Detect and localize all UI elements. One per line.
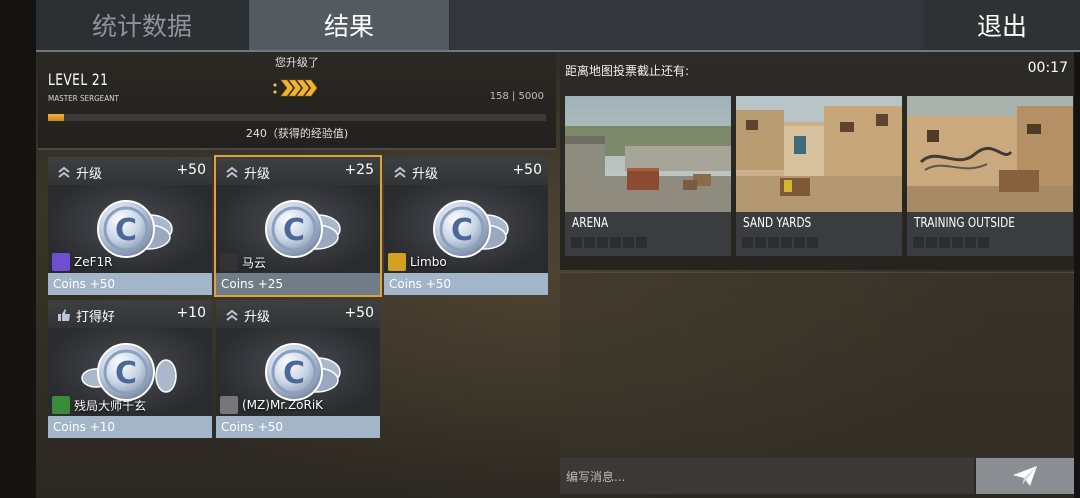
thumbs-up-icon <box>57 307 71 321</box>
map-thumbnail <box>907 96 1073 212</box>
coins-reward: Coins +50 <box>389 277 452 291</box>
send-button[interactable] <box>976 458 1074 494</box>
player-info: 残局大师千玄 <box>52 396 146 414</box>
double-chevron-up-icon <box>393 164 407 178</box>
reward-card[interactable]: 打得好 +10 C 残局大师千玄 Coins +10 <box>48 300 212 438</box>
vote-slots <box>742 237 818 248</box>
xp-progress-text: 158 | 5000 <box>489 91 544 102</box>
card-footer: Coins +50 <box>216 416 380 438</box>
panel-divider <box>38 148 556 150</box>
xp-bar-fill <box>48 114 64 121</box>
map-thumbnail <box>565 96 731 212</box>
card-header: 升级 +50 <box>48 157 212 185</box>
tab-bar-spacer <box>450 0 924 50</box>
map-name: ARENA <box>572 216 609 231</box>
svg-text:C: C <box>115 356 137 391</box>
card-title: 升级 <box>244 310 271 325</box>
card-header: 升级 +50 <box>384 157 548 185</box>
map-name: TRAINING OUTSIDE <box>914 216 1015 231</box>
card-footer: Coins +25 <box>216 273 380 295</box>
player-name: (MZ)Mr.ZoRiK <box>242 398 324 412</box>
svg-text:C: C <box>283 213 305 248</box>
rank-name: MASTER SERGEANT <box>48 94 119 103</box>
card-footer: Coins +50 <box>384 273 548 295</box>
avatar <box>52 396 70 414</box>
coins-reward: Coins +10 <box>53 420 116 434</box>
avatar <box>220 253 238 271</box>
svg-text:C: C <box>283 356 305 391</box>
card-title: 打得好 <box>76 310 116 325</box>
coins-reward: Coins +25 <box>221 277 284 291</box>
map-option-training-outside[interactable]: TRAINING OUTSIDE <box>907 96 1073 256</box>
reward-card[interactable]: 升级 +50 C (MZ)Mr.ZoRiK Coins +50 <box>216 300 380 438</box>
player-name: ZeF1R <box>74 255 113 269</box>
avatar <box>52 253 70 271</box>
xp-bar <box>48 114 546 121</box>
card-points: +10 <box>176 305 206 321</box>
upgraded-label: 您升级了 <box>275 56 319 69</box>
coins-reward: Coins +50 <box>53 277 116 291</box>
right-edge <box>1074 0 1080 498</box>
level-panel: 您升级了 LEVEL 21 MASTER SERGEANT 158 | 5000… <box>38 52 556 148</box>
exit-button[interactable]: 退出 <box>924 0 1080 50</box>
double-chevron-up-icon <box>57 164 71 178</box>
avatar <box>220 396 238 414</box>
reward-card[interactable]: 升级 +50 C ZeF1R Coins +50 <box>48 157 212 295</box>
map-option-sand-yards[interactable]: SAND YARDS <box>736 96 902 256</box>
card-header: 升级 +25 <box>216 157 380 185</box>
exit-button-label: 退出 <box>976 12 1027 41</box>
card-title: 升级 <box>76 167 103 182</box>
tab-stats-label: 统计数据 <box>91 12 192 41</box>
svg-text:C: C <box>115 213 137 248</box>
double-chevron-up-icon <box>225 164 239 178</box>
card-footer: Coins +50 <box>48 273 212 295</box>
xp-gained-text: 240（获得的经验值) <box>245 127 349 140</box>
card-points: +25 <box>344 162 374 178</box>
player-info: Limbo <box>388 253 447 271</box>
card-footer: Coins +10 <box>48 416 212 438</box>
tab-results[interactable]: 结果 <box>249 0 449 50</box>
player-info: ZeF1R <box>52 253 112 271</box>
reward-card[interactable]: 升级 +50 C Limbo Coins +50 <box>384 157 548 295</box>
vote-slots <box>571 237 647 248</box>
level-number: LEVEL 21 <box>48 70 109 89</box>
map-vote-label: 距离地图投票截止还有: <box>565 64 690 78</box>
card-header: 升级 +50 <box>216 300 380 328</box>
tab-stats[interactable]: 统计数据 <box>36 0 248 50</box>
player-name: 残局大师千玄 <box>74 398 147 413</box>
map-thumbnail <box>736 96 902 212</box>
card-points: +50 <box>344 305 374 321</box>
left-edge <box>0 0 36 498</box>
card-title: 升级 <box>412 167 439 182</box>
tab-results-label: 结果 <box>323 12 374 41</box>
coins-reward: Coins +50 <box>221 420 284 434</box>
card-points: +50 <box>176 162 206 178</box>
svg-text:C: C <box>451 213 473 248</box>
rank-chevrons-icon <box>273 79 318 97</box>
chat-log <box>560 272 1074 459</box>
card-title: 升级 <box>244 167 271 182</box>
map-vote-timer: 00:17 <box>1027 60 1068 76</box>
player-info: 马云 <box>220 253 266 271</box>
player-name: Limbo <box>410 255 447 269</box>
chat-input-placeholder: 编写消息... <box>566 470 626 484</box>
vote-slots <box>913 237 989 248</box>
paper-plane-icon <box>1013 466 1037 486</box>
double-chevron-up-icon <box>225 307 239 321</box>
card-header: 打得好 +10 <box>48 300 212 328</box>
map-vote-panel: 距离地图投票截止还有: 00:17 ARENA SAND YARDS TRAIN… <box>560 52 1074 270</box>
player-name: 马云 <box>242 255 267 270</box>
map-option-arena[interactable]: ARENA <box>565 96 731 256</box>
avatar <box>388 253 406 271</box>
map-name: SAND YARDS <box>743 216 812 231</box>
reward-card[interactable]: 升级 +25 C 马云 Coins +25 <box>214 155 382 297</box>
card-points: +50 <box>512 162 542 178</box>
player-info: (MZ)Mr.ZoRiK <box>220 396 323 414</box>
